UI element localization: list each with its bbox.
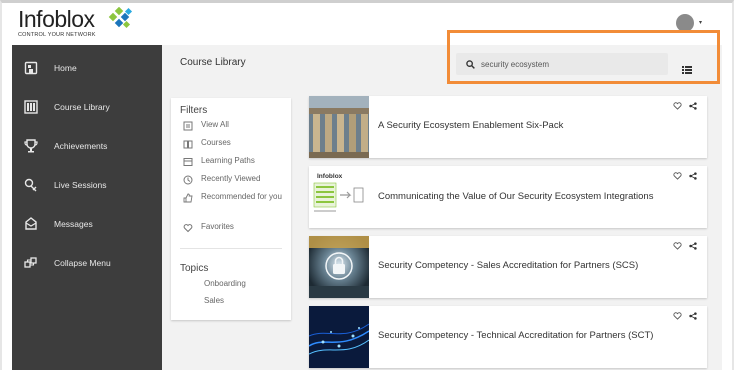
sidebar-item-label: Live Sessions [54, 180, 107, 190]
filter-label: Recently Viewed [201, 174, 261, 183]
sidebar-item-label: Collapse Menu [54, 258, 111, 268]
sidebar: Home Course Library Achievements Live Se… [12, 45, 162, 370]
infoblox-cubes-icon [108, 7, 133, 29]
top-header: Infoblox CONTROL YOUR NETWORK ▾ [12, 3, 722, 45]
share-icon[interactable] [689, 242, 697, 250]
share-icon[interactable] [689, 102, 697, 110]
trophy-icon [22, 137, 40, 155]
search-bar[interactable] [456, 53, 668, 75]
favorite-heart-icon[interactable] [673, 172, 682, 180]
sidebar-item-label: Messages [54, 219, 93, 229]
share-icon[interactable] [689, 312, 697, 320]
card-actions [673, 172, 697, 180]
filter-label: Learning Paths [201, 156, 255, 165]
favorite-heart-icon[interactable] [673, 312, 682, 320]
course-card[interactable]: Security Competency - Sales Accreditatio… [309, 236, 707, 298]
book-icon [183, 139, 193, 149]
filters-heading: Filters [180, 105, 208, 116]
course-thumbnail-network [309, 306, 369, 368]
favorite-heart-icon[interactable] [673, 242, 682, 250]
share-icon[interactable] [689, 172, 697, 180]
course-title: A Security Ecosystem Enablement Six-Pack [378, 120, 564, 131]
course-thumbnail-lock [309, 236, 369, 298]
card-actions [673, 102, 697, 110]
heart-icon [183, 223, 193, 233]
card-actions [673, 312, 697, 320]
filter-label: View All [201, 120, 229, 129]
home-icon [22, 59, 40, 77]
filter-recommended[interactable]: Recommended for you [183, 192, 283, 203]
card-actions [673, 242, 697, 250]
sidebar-item-label: Course Library [54, 102, 110, 112]
collapse-icon [22, 254, 40, 272]
brand-name: Infoblox [18, 6, 95, 32]
view-all-icon [183, 121, 193, 131]
course-card[interactable]: Infoblox Communicating the Value of Our … [309, 166, 707, 228]
list-view-icon[interactable] [682, 59, 692, 78]
sidebar-item-course-library[interactable]: Course Library [12, 88, 162, 126]
course-card[interactable]: A Security Ecosystem Enablement Six-Pack [309, 96, 707, 158]
filters-panel: Filters View All Courses Learning Paths … [171, 98, 291, 320]
sidebar-item-achievements[interactable]: Achievements [12, 127, 162, 165]
brand-tagline: CONTROL YOUR NETWORK [18, 32, 96, 38]
sidebar-item-collapse-menu[interactable]: Collapse Menu [12, 244, 162, 282]
course-thumbnail-columns [309, 96, 369, 158]
thumbs-up-icon [183, 193, 193, 203]
filter-recently-viewed[interactable]: Recently Viewed [183, 174, 260, 185]
filter-learning-paths[interactable]: Learning Paths [183, 156, 255, 167]
filter-label: Courses [201, 138, 231, 147]
sidebar-item-label: Achievements [54, 141, 108, 151]
sidebar-item-label: Home [54, 63, 77, 73]
learning-path-icon [183, 157, 193, 167]
filter-favorites[interactable]: Favorites [183, 222, 234, 233]
course-title: Security Competency - Sales Accreditatio… [378, 260, 639, 271]
course-card[interactable]: Security Competency - Technical Accredit… [309, 306, 707, 368]
topic-sales[interactable]: Sales [204, 296, 224, 305]
course-title: Security Competency - Technical Accredit… [378, 330, 654, 341]
user-avatar[interactable] [676, 14, 694, 32]
sidebar-item-live-sessions[interactable]: Live Sessions [12, 166, 162, 204]
page-title: Course Library [180, 57, 246, 68]
filter-label: Recommended for you [201, 192, 282, 201]
search-icon [466, 59, 475, 69]
library-icon [22, 98, 40, 116]
main-content: Course Library Filters View All Courses … [162, 45, 722, 370]
sidebar-item-home[interactable]: Home [12, 49, 162, 87]
filter-courses[interactable]: Courses [183, 138, 231, 149]
clock-icon [183, 175, 193, 185]
filter-view-all[interactable]: View All [183, 120, 229, 131]
live-sessions-icon [22, 176, 40, 194]
search-input[interactable] [481, 59, 651, 69]
sidebar-item-messages[interactable]: Messages [12, 205, 162, 243]
filter-label: Favorites [201, 222, 234, 231]
avatar-caret-icon[interactable]: ▾ [699, 19, 702, 26]
topics-heading: Topics [180, 263, 209, 274]
course-title: Communicating the Value of Our Security … [378, 191, 654, 202]
topic-onboarding[interactable]: Onboarding [204, 279, 246, 288]
brand-logo[interactable]: Infoblox CONTROL YOUR NETWORK [18, 7, 96, 38]
filters-divider [180, 248, 282, 249]
thumbnail-brand-label: Infoblox [317, 173, 343, 180]
favorite-heart-icon[interactable] [673, 102, 682, 110]
messages-icon [22, 215, 40, 233]
